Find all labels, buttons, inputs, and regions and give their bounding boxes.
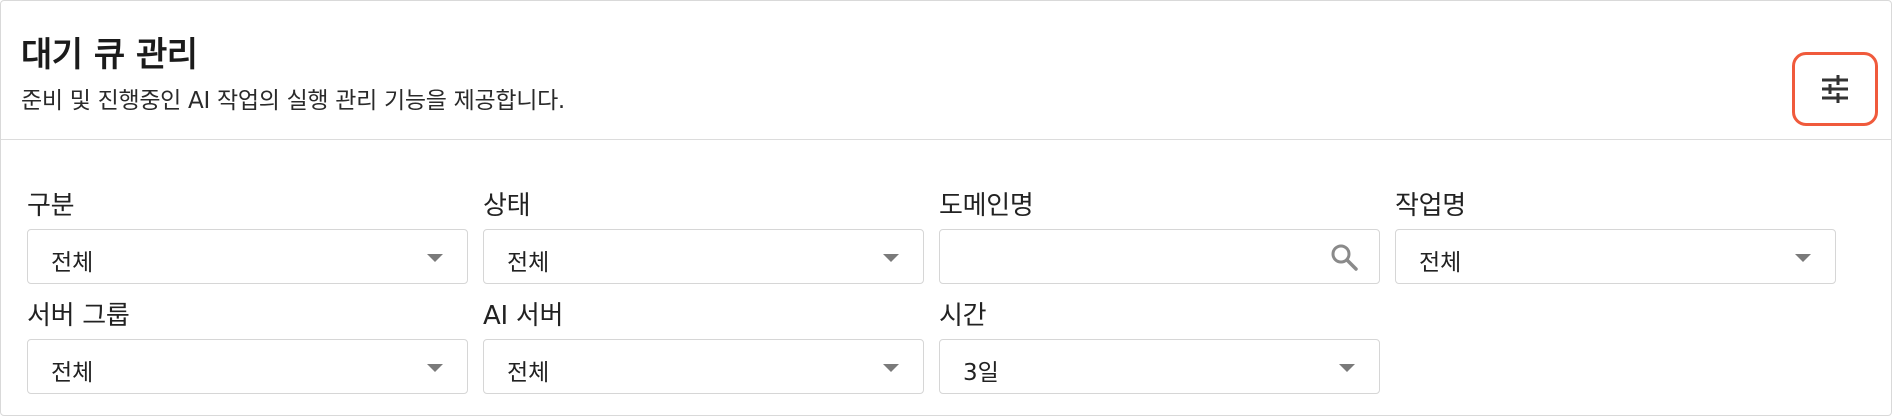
- ai-server-select[interactable]: 전체: [483, 339, 924, 394]
- job-name-select-value: 전체: [1419, 250, 1462, 276]
- domain-search-field: [939, 229, 1380, 284]
- chevron-down-icon: [427, 254, 443, 262]
- queue-management-panel: 대기 큐 관리 준비 및 진행중인 AI 작업의 실행 관리 기능을 제공합니다…: [0, 0, 1892, 416]
- page-title: 대기 큐 관리: [21, 35, 198, 75]
- chevron-down-icon: [1339, 364, 1355, 372]
- domain-label: 도메인명: [939, 191, 1034, 221]
- filter-toggle-button[interactable]: [1792, 52, 1878, 126]
- status-select[interactable]: 전체: [483, 229, 924, 284]
- job-name-select[interactable]: 전체: [1395, 229, 1836, 284]
- category-label: 구분: [27, 191, 75, 221]
- search-icon[interactable]: [1329, 242, 1359, 272]
- chevron-down-icon: [1795, 254, 1811, 262]
- category-select-value: 전체: [51, 250, 94, 276]
- server-group-select[interactable]: 전체: [27, 339, 468, 394]
- ai-server-select-value: 전체: [507, 360, 550, 386]
- sliders-icon: [1822, 75, 1848, 103]
- page-header: 대기 큐 관리 준비 및 진행중인 AI 작업의 실행 관리 기능을 제공합니다…: [1, 1, 1891, 140]
- ai-server-label: AI 서버: [483, 301, 564, 331]
- page-subtitle: 준비 및 진행중인 AI 작업의 실행 관리 기능을 제공합니다.: [21, 88, 565, 114]
- domain-search-input[interactable]: [950, 236, 1314, 278]
- chevron-down-icon: [883, 254, 899, 262]
- job-name-label: 작업명: [1395, 191, 1466, 221]
- status-label: 상태: [483, 191, 531, 221]
- chevron-down-icon: [427, 364, 443, 372]
- server-group-label: 서버 그룹: [27, 301, 130, 331]
- time-select-value: 3일: [963, 360, 999, 386]
- time-select[interactable]: 3일: [939, 339, 1380, 394]
- category-select[interactable]: 전체: [27, 229, 468, 284]
- time-label: 시간: [939, 301, 987, 331]
- chevron-down-icon: [883, 364, 899, 372]
- status-select-value: 전체: [507, 250, 550, 276]
- server-group-select-value: 전체: [51, 360, 94, 386]
